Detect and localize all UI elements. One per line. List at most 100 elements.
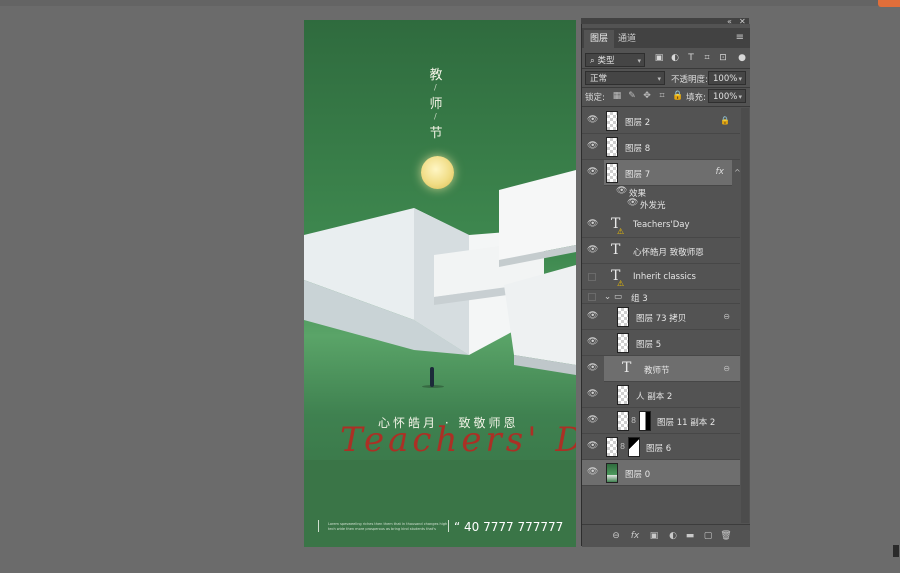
bracket-left <box>318 520 323 532</box>
text-layer-icon: T <box>611 242 621 258</box>
link-icon: ⊖ <box>723 364 730 373</box>
divider <box>582 68 750 69</box>
folder-icon: ▭ <box>614 292 623 302</box>
chevron-down-icon[interactable]: ⌄ <box>604 292 611 302</box>
eye-icon[interactable]: 👁 <box>587 338 598 347</box>
layer-name: 图层 2 <box>625 118 651 128</box>
poster-slash-1: / <box>434 83 437 92</box>
fill-input[interactable]: 100% ▾ <box>708 89 746 103</box>
eye-icon[interactable]: 👁 <box>587 246 598 255</box>
layer-row[interactable]: 👁 8 图层 6 <box>582 434 740 460</box>
effect-row[interactable]: 👁 外发光 <box>582 198 740 212</box>
link-icon[interactable]: ⊖ <box>610 530 622 542</box>
top-strip <box>0 0 900 6</box>
layer-mask-thumbnail[interactable] <box>628 437 640 457</box>
layer-name: 图层 7 <box>625 170 651 180</box>
eye-icon[interactable]: 👁 <box>587 116 598 125</box>
layer-mask-thumbnail[interactable] <box>639 411 651 431</box>
text-filter-icon[interactable]: T <box>686 53 696 63</box>
eye-icon[interactable]: 👁 <box>587 390 598 399</box>
fx-icon[interactable]: fx <box>629 530 641 542</box>
layer-row[interactable]: 👁 图层 5 <box>582 330 740 356</box>
layer-name: 教师节 <box>644 366 670 376</box>
lock-position-icon[interactable]: ✥ <box>642 91 652 101</box>
blend-mode-select[interactable]: 正常 ▾ <box>585 71 665 85</box>
eye-icon[interactable]: 👁 <box>587 416 598 425</box>
lock-artboard-icon[interactable]: ⌗ <box>657 91 667 101</box>
mask-icon[interactable]: ▣ <box>648 530 660 542</box>
warning-icon: ⚠ <box>617 279 625 288</box>
layer-thumbnail <box>606 163 618 183</box>
layer-name: Teachers'Day <box>633 220 690 230</box>
adjustment-icon[interactable]: ◐ <box>667 530 679 542</box>
effects-row[interactable]: 👁 效果 <box>582 186 740 200</box>
poster-small-text: Lorem spesweeling riches then them that … <box>328 522 448 531</box>
new-layer-icon[interactable]: ▢ <box>702 530 714 542</box>
eye-icon[interactable]: 👁 <box>587 220 598 229</box>
layer-row[interactable]: 👁 图层 73 拷贝 ⊖ <box>582 304 740 330</box>
warning-icon: ⚠ <box>617 227 625 236</box>
layer-thumbnail <box>617 333 629 353</box>
eye-icon[interactable]: 👁 <box>587 168 598 177</box>
panel-tabs: 图层 通道 ≡ <box>582 28 750 48</box>
link-icon: ⊖ <box>723 312 730 321</box>
layer-name: Inherit classics <box>633 272 696 282</box>
shape-filter-icon[interactable]: ⌗ <box>702 53 712 63</box>
eye-icon[interactable]: 👁 <box>587 142 598 151</box>
person-figure <box>430 367 434 387</box>
visibility-toggle-off[interactable] <box>588 273 596 281</box>
folder-icon[interactable]: ▬ <box>684 530 696 542</box>
tab-layers[interactable]: 图层 <box>584 30 615 48</box>
edge-marker <box>893 545 899 557</box>
group-name: 组 3 <box>631 294 648 304</box>
lock-transparent-icon[interactable]: ▦ <box>612 91 622 101</box>
layer-row[interactable]: T ⚠ Inherit classics <box>582 264 740 290</box>
mask-link-icon[interactable]: 8 <box>620 442 625 451</box>
tab-channels[interactable]: 通道 <box>612 30 642 48</box>
opacity-label: 不透明度: <box>671 75 708 85</box>
layer-row-selected[interactable]: T 教师节 ⊖ <box>604 356 740 382</box>
group-row[interactable]: ⌄ ▭ 组 3 <box>582 290 740 304</box>
layer-row[interactable]: 👁 T ⚠ Teachers'Day <box>582 212 740 238</box>
eye-icon[interactable]: 👁 <box>587 364 598 373</box>
layers-scrollbar[interactable] <box>741 108 749 523</box>
layer-row[interactable]: 👁 图层 8 <box>582 134 740 160</box>
layer-row[interactable]: 👁 T 心怀皓月 致敬师恩 <box>582 238 740 264</box>
document-canvas[interactable]: 教 / 师 / 节 Teachers' Day 心怀皓月 · 致敬师恩 Lore… <box>304 20 576 547</box>
adjustment-filter-icon[interactable]: ◐ <box>670 53 680 63</box>
visibility-toggle-off[interactable] <box>588 293 596 301</box>
smartobject-filter-icon[interactable]: ⊡ <box>718 53 728 63</box>
layer-name: 图层 0 <box>625 470 651 480</box>
panel-bottom-bar: ⊖ fx ▣ ◐ ▬ ▢ 🗑 <box>582 524 750 547</box>
fx-icon[interactable]: fx <box>716 167 725 177</box>
filter-toggle-icon[interactable]: ● <box>737 53 747 63</box>
trash-icon[interactable]: 🗑 <box>720 530 732 542</box>
app-badge <box>878 0 900 7</box>
effect-name: 外发光 <box>640 201 666 211</box>
layer-row-selected[interactable]: 图层 7 fx <box>604 160 732 186</box>
bracket-right <box>448 520 453 532</box>
lock-image-icon[interactable]: ✎ <box>627 91 637 101</box>
mask-link-icon[interactable]: 8 <box>631 416 636 425</box>
chevron-up-icon[interactable]: ^ <box>734 168 741 177</box>
layer-row[interactable]: 👁 8 图层 11 副本 2 <box>582 408 740 434</box>
eye-icon[interactable]: 👁 <box>587 442 598 451</box>
layer-row[interactable]: 👁 人 副本 2 <box>582 382 740 408</box>
layer-thumbnail <box>606 137 618 157</box>
eye-icon[interactable]: 👁 <box>587 312 598 321</box>
eye-icon[interactable]: 👁 <box>587 468 598 477</box>
layer-row-selected[interactable]: 👁 图层 0 <box>582 460 740 486</box>
layer-name: 心怀皓月 致敬师恩 <box>633 248 704 258</box>
layer-thumbnail <box>617 385 629 405</box>
opacity-input[interactable]: 100% ▾ <box>708 71 746 85</box>
eye-icon[interactable]: 👁 <box>616 187 627 196</box>
layer-name: 人 副本 2 <box>636 392 673 402</box>
filter-select[interactable]: ⌕ 类型 ▾ <box>585 53 645 67</box>
panel-menu-icon[interactable]: ≡ <box>736 32 744 43</box>
eye-icon[interactable]: 👁 <box>627 199 638 208</box>
lock-all-icon[interactable]: 🔒 <box>672 91 683 101</box>
divider <box>582 87 750 88</box>
layer-name: 图层 73 拷贝 <box>636 314 687 324</box>
layer-row[interactable]: 👁 图层 2 🔒 <box>582 108 740 134</box>
image-filter-icon[interactable]: ▣ <box>654 53 664 63</box>
